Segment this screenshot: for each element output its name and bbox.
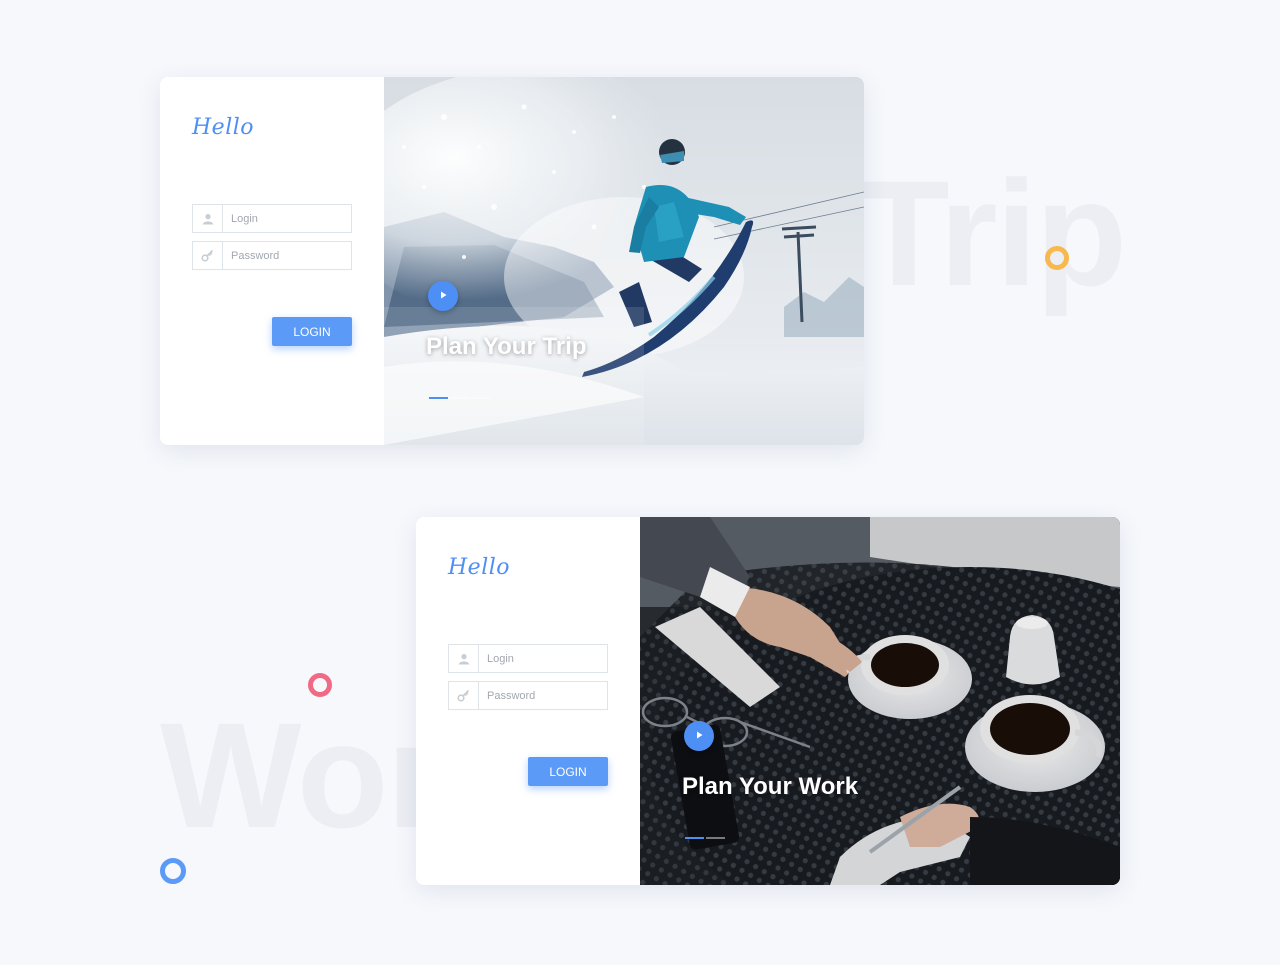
ring-blue-bottom	[160, 858, 186, 884]
password-input[interactable]	[223, 249, 351, 262]
hello-greeting: Hello	[448, 555, 511, 580]
login-card-trip: Hello LOGIN	[160, 77, 864, 445]
login-form: Hello LOGIN	[416, 517, 640, 885]
pager-dot-2[interactable]	[450, 397, 469, 399]
key-icon	[193, 242, 223, 269]
login-button[interactable]: LOGIN	[528, 757, 608, 786]
login-input[interactable]	[223, 212, 351, 225]
snowboarder-illustration	[384, 77, 864, 445]
coffee-table-illustration	[640, 517, 1120, 885]
pager-dot-2[interactable]	[706, 837, 725, 839]
play-button[interactable]	[428, 281, 458, 311]
key-icon	[449, 682, 479, 709]
photo-title: Plan Your Work	[682, 773, 859, 800]
login-card-work: Hello LOGIN	[416, 517, 1120, 885]
photo-coffee-table: Plan Your Work	[640, 517, 1120, 885]
password-input[interactable]	[479, 689, 607, 702]
play-icon	[694, 727, 704, 745]
hello-greeting: Hello	[192, 115, 255, 140]
password-field[interactable]	[448, 681, 608, 710]
pager-dot-1[interactable]	[429, 397, 448, 399]
login-form: Hello LOGIN	[160, 77, 384, 445]
user-icon	[449, 645, 479, 672]
play-icon	[438, 287, 448, 305]
background-word-trip: Trip	[858, 149, 1127, 317]
login-field[interactable]	[448, 644, 608, 673]
login-input[interactable]	[479, 652, 607, 665]
login-field[interactable]	[192, 204, 352, 233]
password-field[interactable]	[192, 241, 352, 270]
pager-dot-1[interactable]	[685, 837, 704, 839]
ring-pink	[308, 673, 332, 697]
slide-pager	[685, 837, 725, 839]
slide-pager	[429, 397, 490, 399]
login-button[interactable]: LOGIN	[272, 317, 352, 346]
photo-title: Plan Your Trip	[426, 333, 587, 360]
user-icon	[193, 205, 223, 232]
photo-snowboarder: Plan Your Trip	[384, 77, 864, 445]
ring-orange	[1045, 246, 1069, 270]
pager-dot-3[interactable]	[471, 397, 490, 399]
play-button[interactable]	[684, 721, 714, 751]
